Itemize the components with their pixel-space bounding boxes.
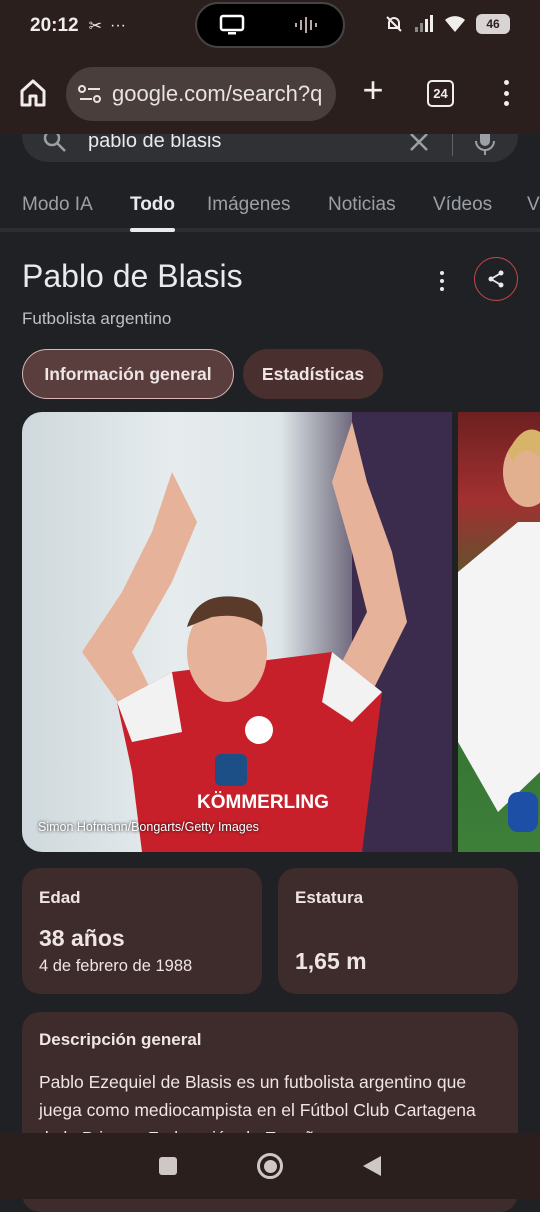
clear-icon[interactable] (408, 131, 430, 153)
share-button[interactable] (474, 257, 518, 301)
tab-modo-ia[interactable]: Modo IA (22, 194, 93, 216)
home-icon (20, 79, 46, 107)
age-card[interactable]: Edad 38 años 4 de febrero de 1988 (22, 868, 262, 994)
status-left-icons: ✂ ··· (89, 16, 126, 36)
status-time: 20:12 (30, 15, 79, 36)
tab-more[interactable]: V (527, 194, 540, 216)
menu-dot (440, 287, 444, 291)
player-illustration-secondary (458, 429, 540, 832)
browser-menu-button[interactable] (496, 76, 516, 110)
back-button[interactable] (363, 1156, 381, 1176)
tab-switcher-button[interactable]: 24 (427, 80, 454, 107)
tab-noticias[interactable]: Noticias (328, 194, 396, 216)
more-dots-icon: ··· (110, 17, 126, 34)
chip-estadisticas[interactable]: Estadísticas (243, 349, 383, 399)
dynamic-island (195, 2, 345, 48)
recent-apps-button[interactable] (159, 1157, 177, 1175)
bell-muted-icon (386, 16, 402, 32)
height-value: 1,65 m (295, 948, 367, 974)
site-settings-icon[interactable] (78, 83, 102, 105)
address-bar[interactable]: google.com/search?q (66, 67, 336, 121)
height-label: Estatura (295, 888, 364, 907)
jersey-sponsor-text: KÖMMERLING (197, 792, 329, 813)
new-tab-button[interactable]: + (356, 72, 390, 108)
panel-more-button[interactable] (432, 268, 452, 294)
photo-credit: Simon Hofmann/Bongarts/Getty Images (38, 820, 259, 834)
menu-dot (503, 90, 509, 96)
height-card[interactable]: Estatura 1,65 m (278, 868, 518, 994)
menu-dot (440, 271, 444, 275)
age-label: Edad (39, 888, 81, 907)
player-photo-main[interactable]: KÖMMERLING Simon Hofmann/Bongarts/Getty … (22, 412, 452, 852)
age-value: 38 años (39, 925, 125, 951)
player-photo-secondary[interactable] (458, 412, 540, 852)
active-tab-indicator (130, 228, 175, 232)
home-dot (263, 1159, 277, 1173)
menu-dot (503, 101, 509, 106)
player-illustration: KÖMMERLING (82, 412, 452, 852)
status-right-icons: 46 (384, 14, 510, 34)
description-title: Descripción general (39, 1030, 202, 1049)
scissors-icon: ✂ (88, 18, 103, 35)
battery-indicator: 46 (476, 14, 510, 34)
menu-dot (503, 80, 509, 85)
birth-date: 4 de febrero de 1988 (39, 957, 193, 975)
share-icon (488, 270, 504, 288)
tab-todo[interactable]: Todo (130, 194, 175, 216)
url-text: google.com/search?q (112, 81, 323, 106)
wifi-icon (445, 16, 465, 32)
home-button[interactable] (16, 76, 50, 110)
tab-videos[interactable]: Vídeos (433, 194, 492, 216)
system-navigation-bar (0, 1133, 540, 1199)
signal-icon (415, 15, 433, 32)
menu-dot (440, 279, 444, 283)
home-nav-button[interactable] (257, 1153, 283, 1179)
search-tabs: Modo IA Todo Imágenes Noticias Vídeos V (0, 182, 540, 232)
status-bar: 20:12 ✂ ··· 46 (0, 0, 540, 52)
panel-subtitle: Futbolista argentino (22, 309, 172, 328)
cast-screen-icon (219, 14, 245, 35)
chip-informacion-general[interactable]: Información general (22, 349, 234, 399)
audio-wave-icon (295, 17, 317, 33)
panel-title: Pablo de Blasis (22, 258, 243, 294)
plus-icon: + (362, 69, 384, 110)
tab-imagenes[interactable]: Imágenes (207, 194, 290, 216)
browser-toolbar: google.com/search?q + 24 (0, 52, 540, 134)
